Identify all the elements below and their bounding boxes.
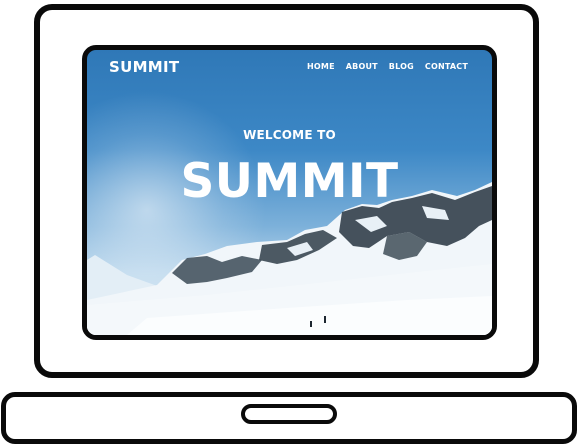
nav-link-contact[interactable]: CONTACT [425, 62, 468, 71]
hero-subtitle: WELCOME TO [243, 128, 336, 142]
nav-link-blog[interactable]: BLOG [389, 62, 414, 71]
site-navbar: SUMMIT HOME ABOUT BLOG CONTACT [87, 50, 492, 90]
laptop-notch [241, 404, 337, 424]
nav-links: HOME ABOUT BLOG CONTACT [307, 62, 468, 71]
site-logo[interactable]: SUMMIT [109, 58, 179, 76]
nav-link-about[interactable]: ABOUT [346, 62, 378, 71]
hero-title: SUMMIT [180, 154, 399, 209]
laptop-screen: SUMMIT HOME ABOUT BLOG CONTACT WELCOME T… [82, 45, 497, 340]
nav-link-home[interactable]: HOME [307, 62, 335, 71]
